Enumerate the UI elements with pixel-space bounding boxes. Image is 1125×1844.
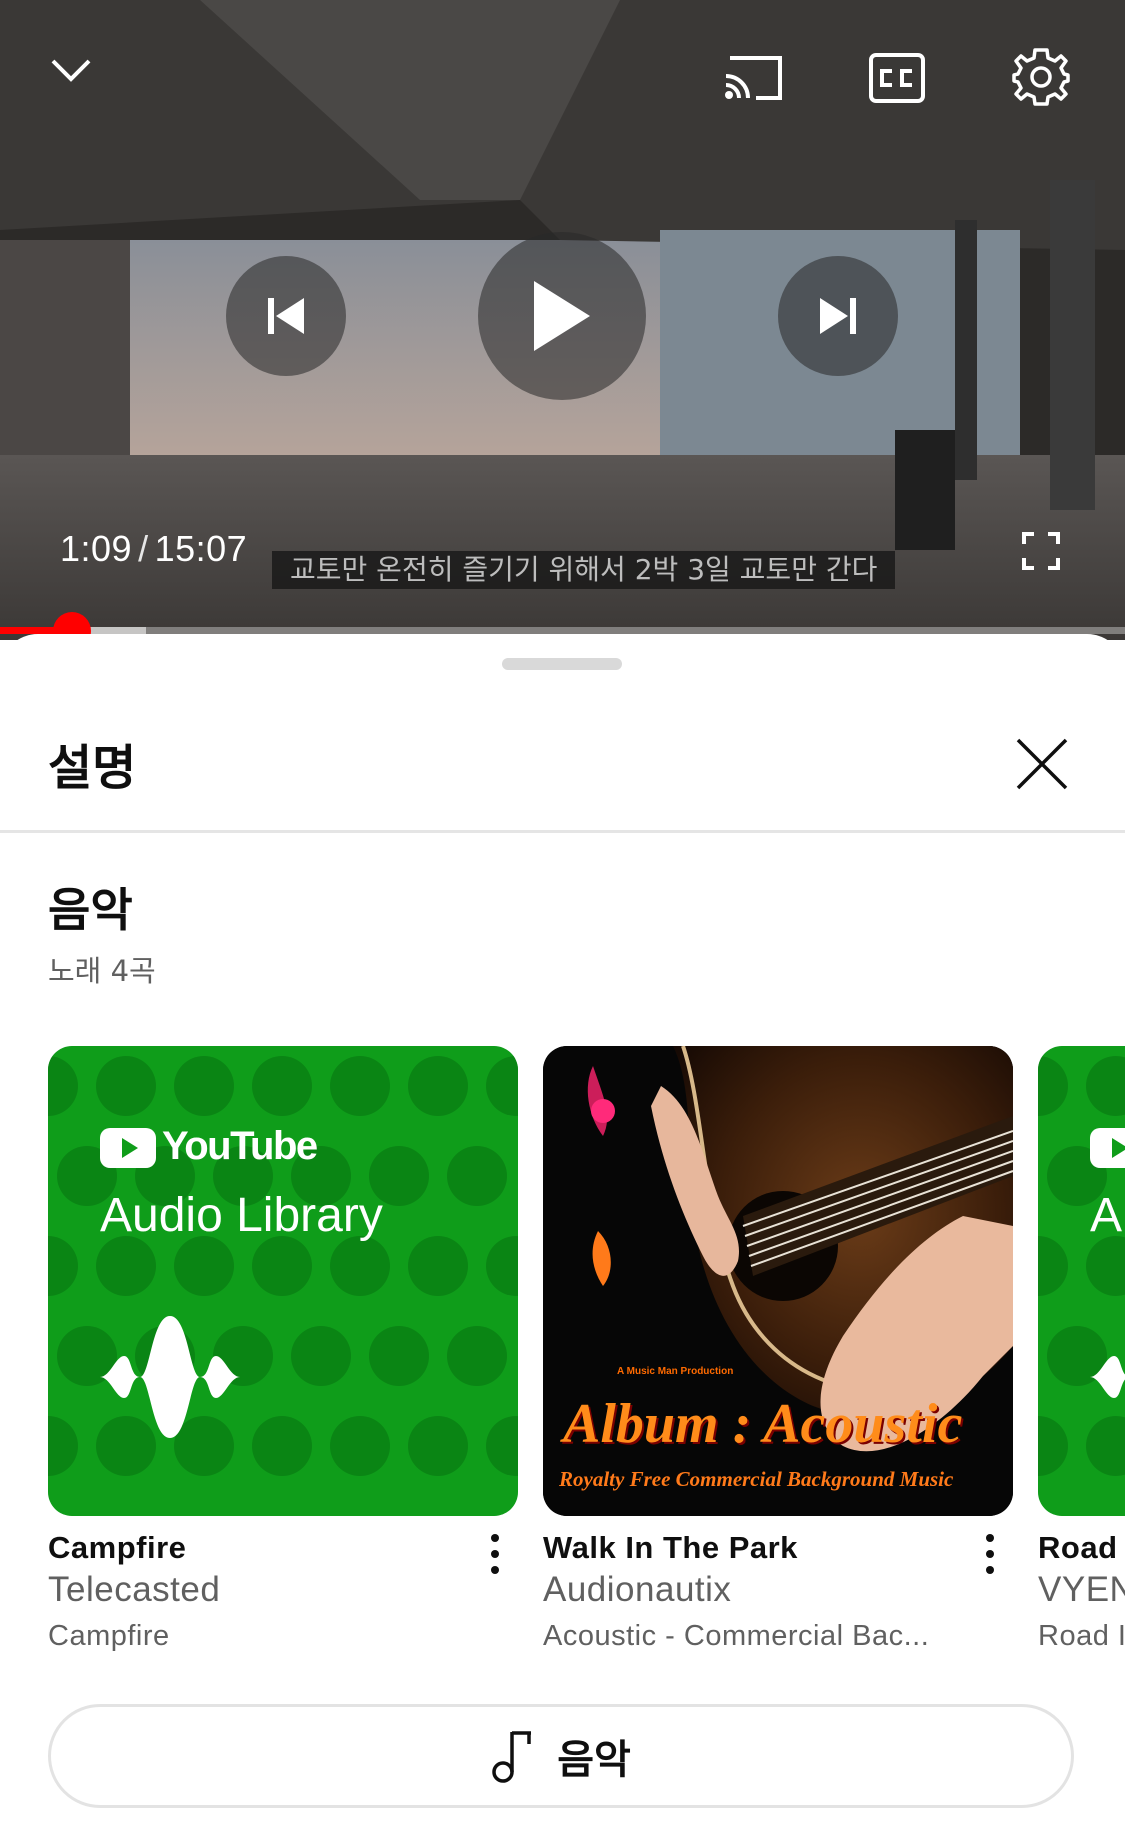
previous-icon bbox=[268, 298, 304, 334]
album-subtitle-text: Royalty Free Commercial Background Music bbox=[559, 1467, 954, 1491]
music-section-subtitle: 노래 4곡 bbox=[48, 954, 156, 988]
description-sheet: 설명 음악 노래 4곡 YouTube Audio Library Campfi… bbox=[0, 634, 1125, 1844]
chevron-down-icon[interactable] bbox=[50, 56, 92, 84]
album-credit-text: A Music Man Production bbox=[617, 1366, 734, 1377]
song-card-road-clip: A Road I VYEN Road I bbox=[1038, 1046, 1125, 1746]
song-title: Road I bbox=[1038, 1530, 1125, 1565]
closed-captions-icon[interactable] bbox=[868, 52, 926, 104]
sheet-drag-handle[interactable] bbox=[502, 658, 622, 670]
sound-wave-icon bbox=[100, 1316, 240, 1438]
thumbnail-pattern bbox=[1038, 1056, 1125, 1476]
song-artist: Audionautix bbox=[543, 1570, 732, 1609]
song-title: Walk In The Park bbox=[543, 1530, 798, 1565]
more-options-icon[interactable] bbox=[483, 1532, 507, 1576]
progress-bar[interactable] bbox=[0, 627, 1125, 634]
song-thumbnail[interactable]: A Music Man Production Album : Acoustic … bbox=[543, 1046, 1013, 1516]
song-album: Campfire bbox=[48, 1620, 170, 1652]
song-card-campfire[interactable]: YouTube Audio Library Campfire Telecaste… bbox=[48, 1046, 518, 1652]
video-caption: 교토만 온전히 즐기기 위해서 2박 3일 교토만 간다 bbox=[272, 551, 896, 589]
youtube-brand-text: YouTube bbox=[162, 1124, 318, 1168]
audio-library-text: A bbox=[1090, 1189, 1123, 1242]
video-player[interactable]: 1:09/15:07 교토만 온전히 즐기기 위해서 2박 3일 교토만 간다 bbox=[0, 0, 1125, 640]
thumbnail-pattern bbox=[48, 1056, 518, 1476]
next-button[interactable] bbox=[778, 256, 898, 376]
song-title: Campfire bbox=[48, 1530, 187, 1565]
more-options-icon[interactable] bbox=[978, 1532, 1002, 1576]
previous-button[interactable] bbox=[226, 256, 346, 376]
fullscreen-icon[interactable] bbox=[1022, 532, 1060, 570]
song-album: Acoustic - Commercial Bac... bbox=[543, 1620, 930, 1652]
music-button-label: 음악 bbox=[557, 1737, 631, 1783]
song-thumbnail[interactable]: YouTube Audio Library bbox=[48, 1046, 518, 1516]
music-note-icon bbox=[492, 1731, 532, 1783]
youtube-logo-icon bbox=[100, 1128, 156, 1168]
cast-icon[interactable] bbox=[722, 54, 784, 102]
sheet-divider bbox=[0, 830, 1125, 833]
youtube-logo-icon bbox=[1090, 1128, 1125, 1168]
settings-gear-icon[interactable] bbox=[1010, 46, 1072, 108]
song-artist: Telecasted bbox=[48, 1570, 221, 1609]
song-thumbnail[interactable]: A bbox=[1038, 1046, 1125, 1516]
sound-wave-icon bbox=[1090, 1356, 1125, 1398]
time-display: 1:09/15:07 bbox=[60, 528, 247, 570]
music-section-title: 음악 bbox=[48, 883, 133, 937]
song-card-road[interactable]: A Road I VYEN Road I bbox=[1038, 1046, 1125, 1652]
play-icon bbox=[534, 281, 590, 351]
current-time: 1:09 bbox=[60, 528, 133, 569]
song-card-walk-in-the-park[interactable]: A Music Man Production Album : Acoustic … bbox=[543, 1046, 1013, 1652]
audio-library-text: Audio Library bbox=[100, 1189, 383, 1242]
duration: 15:07 bbox=[154, 528, 248, 569]
music-button[interactable]: 음악 bbox=[48, 1704, 1074, 1808]
sheet-title: 설명 bbox=[48, 740, 137, 796]
album-title-text: Album : Acoustic bbox=[563, 1393, 963, 1455]
close-icon[interactable] bbox=[1012, 734, 1072, 794]
song-artist: VYEN bbox=[1038, 1570, 1125, 1609]
song-album: Road I bbox=[1038, 1620, 1125, 1652]
play-button[interactable] bbox=[478, 232, 646, 400]
next-icon bbox=[820, 298, 856, 334]
time-separator: / bbox=[138, 528, 149, 569]
